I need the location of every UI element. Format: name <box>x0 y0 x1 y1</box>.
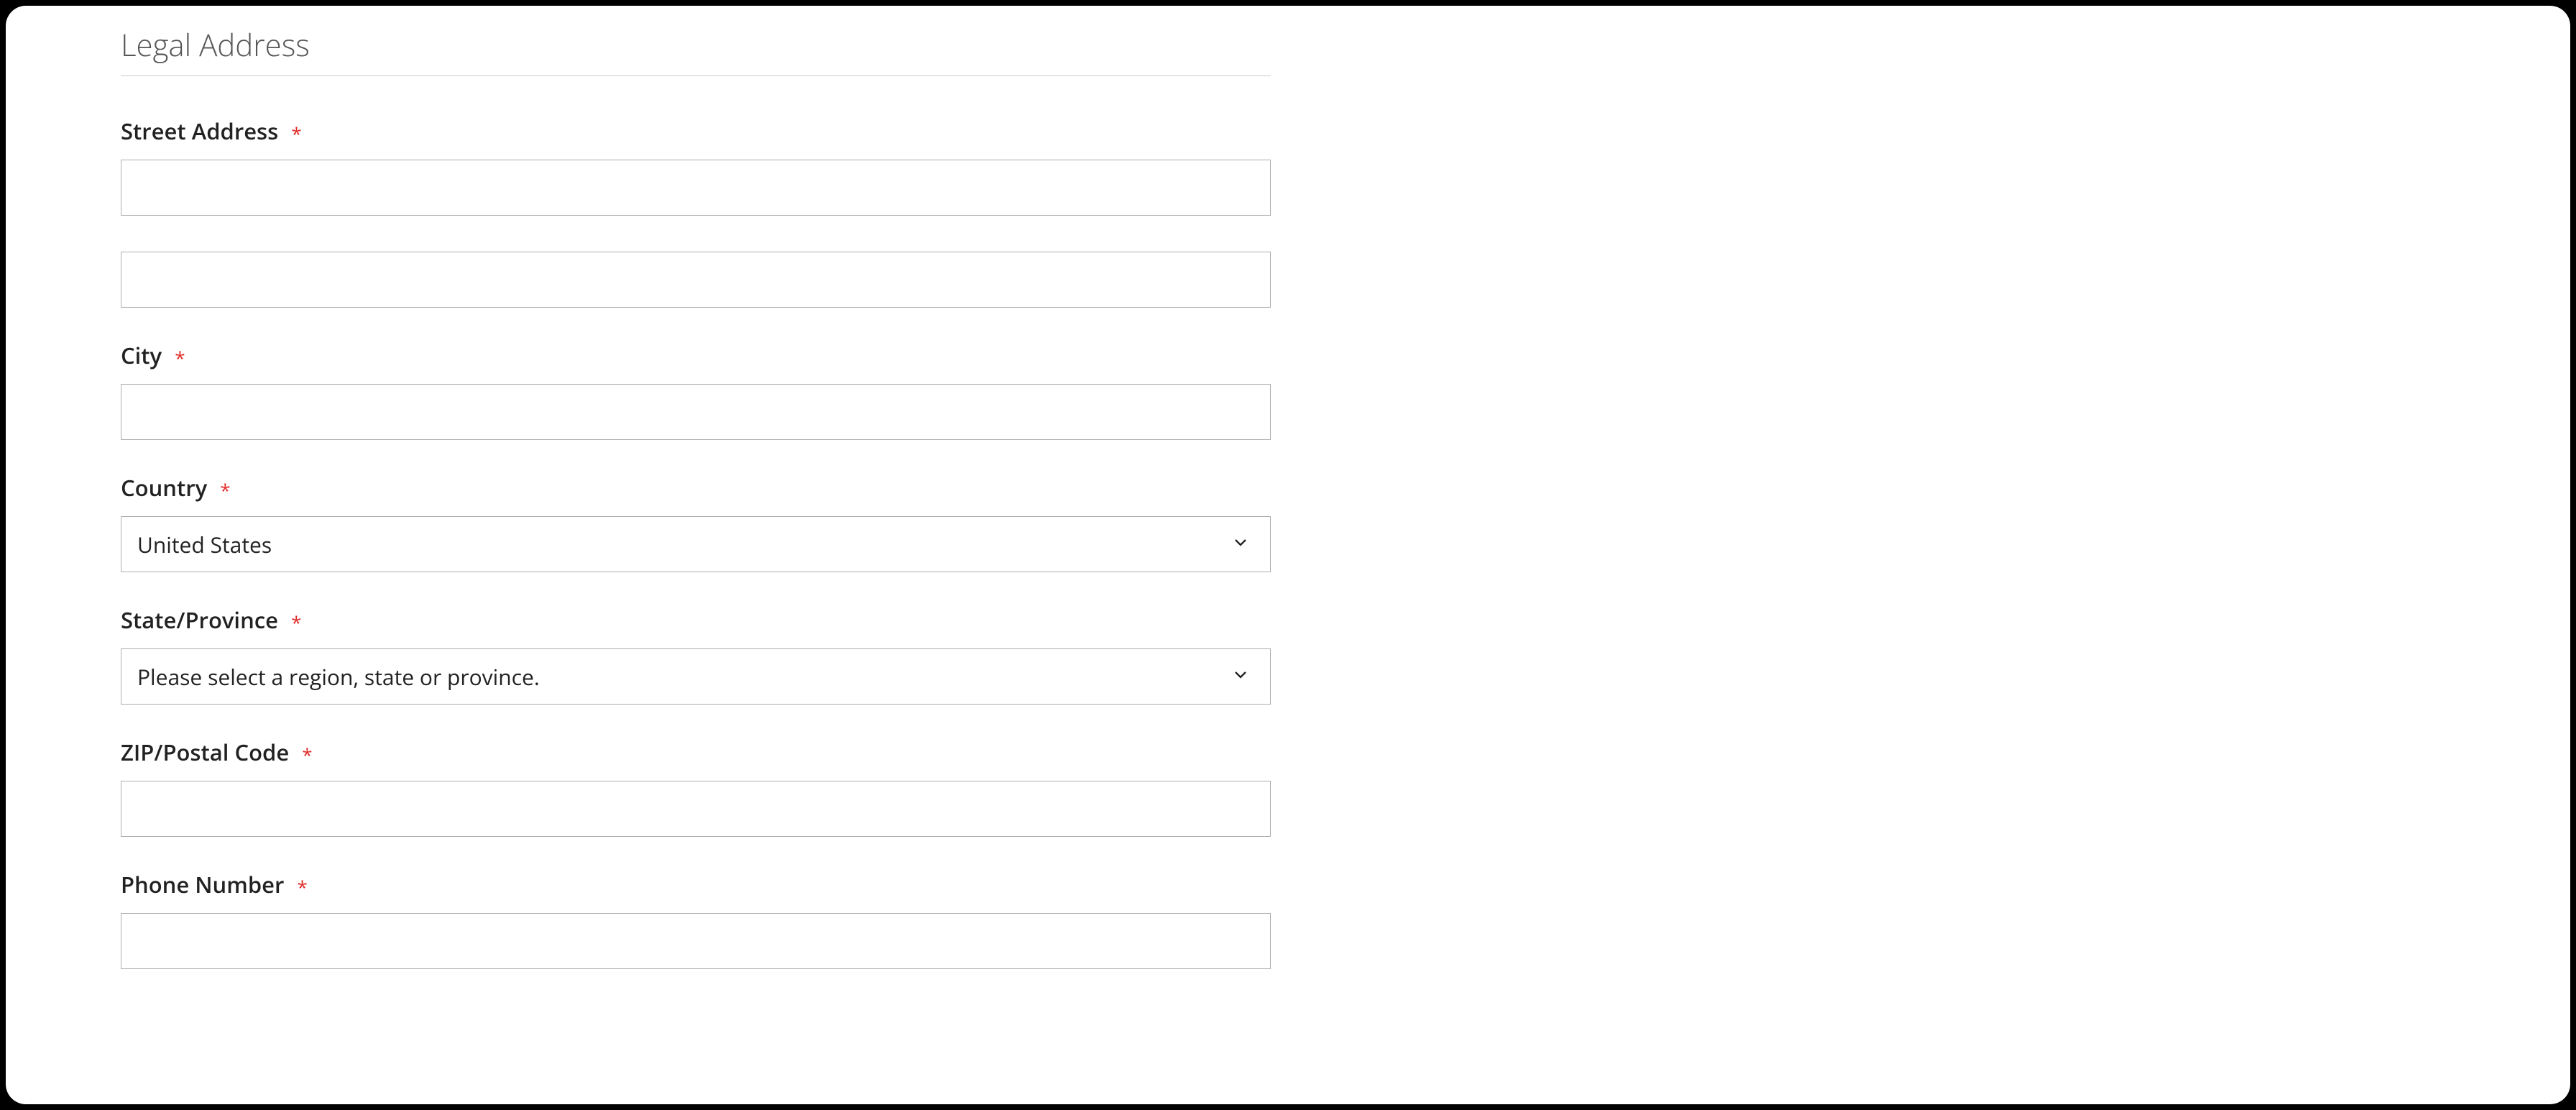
label-text: Country <box>121 473 207 503</box>
required-asterisk-icon: * <box>175 345 185 371</box>
required-asterisk-icon: * <box>291 121 301 147</box>
state-label: State/Province * <box>121 605 1271 636</box>
zip-label: ZIP/Postal Code * <box>121 738 1271 768</box>
country-select-wrap: United States <box>121 516 1271 572</box>
phone-field: Phone Number * <box>121 870 1271 969</box>
street-address-input-1[interactable] <box>121 160 1271 216</box>
phone-label: Phone Number * <box>121 870 1271 900</box>
city-input[interactable] <box>121 384 1271 440</box>
city-field: City * <box>121 341 1271 440</box>
street-address-field: Street Address * <box>121 116 1271 308</box>
country-field: Country * United States <box>121 473 1271 572</box>
form-frame: Legal Address Street Address * City * Co… <box>6 6 2570 1104</box>
city-label: City * <box>121 341 1271 371</box>
state-select[interactable]: Please select a region, state or provinc… <box>121 648 1271 705</box>
label-text: Street Address <box>121 116 278 147</box>
street-address-label: Street Address * <box>121 116 1271 147</box>
country-label: Country * <box>121 473 1271 503</box>
street-address-input-2[interactable] <box>121 252 1271 308</box>
country-select[interactable]: United States <box>121 516 1271 572</box>
required-asterisk-icon: * <box>297 874 307 900</box>
label-text: ZIP/Postal Code <box>121 738 289 768</box>
required-asterisk-icon: * <box>220 477 230 503</box>
label-text: City <box>121 341 162 371</box>
zip-input[interactable] <box>121 781 1271 837</box>
required-asterisk-icon: * <box>302 742 312 768</box>
required-asterisk-icon: * <box>291 610 301 636</box>
state-field: State/Province * Please select a region,… <box>121 605 1271 705</box>
zip-field: ZIP/Postal Code * <box>121 738 1271 837</box>
phone-input[interactable] <box>121 913 1271 969</box>
section-title: Legal Address <box>121 24 1271 76</box>
label-text: Phone Number <box>121 870 284 900</box>
label-text: State/Province <box>121 605 278 636</box>
state-select-wrap: Please select a region, state or provinc… <box>121 648 1271 705</box>
